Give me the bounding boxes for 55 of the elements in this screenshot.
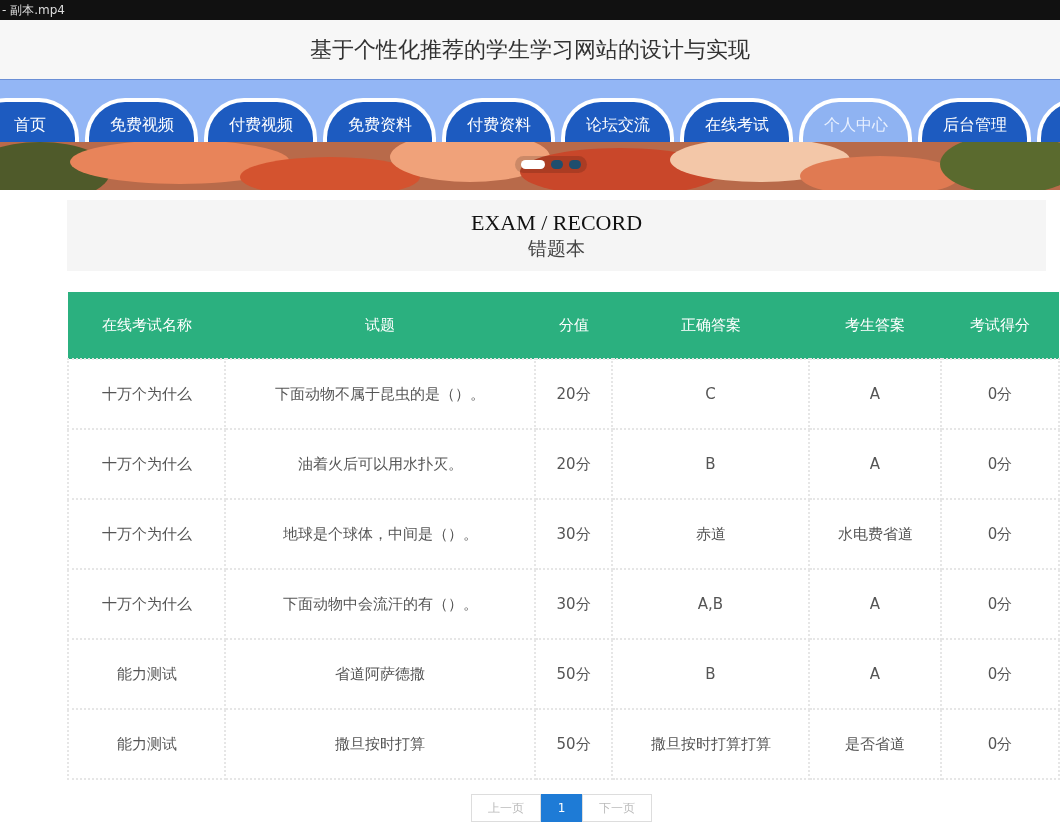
table-cell: 20分 [535,429,612,499]
table-cell: 能力测试 [68,709,225,779]
section-title: EXAM / RECORD [470,209,643,236]
nav-tab[interactable]: 付费视频 [204,98,317,142]
nav-tab[interactable]: 免费视频 [85,98,198,142]
table-cell: 十万个为什么 [68,569,225,639]
table-cell: B [612,429,809,499]
table-cell: 十万个为什么 [68,429,225,499]
table-cell: 0分 [941,639,1059,709]
video-title: - 副本.mp4 [2,1,65,19]
site-title: 基于个性化推荐的学生学习网站的设计与实现 [310,35,750,64]
nav-tab[interactable]: 免费资料 [323,98,436,142]
nav-tab[interactable]: 首页 [0,98,79,142]
table-cell: A,B [612,569,809,639]
table-cell: 50分 [535,639,612,709]
table-cell: A [809,639,941,709]
table-cell: 下面动物不属于昆虫的是（）。 [225,359,535,429]
column-header: 试题 [225,292,535,359]
column-header: 分值 [535,292,612,359]
table-cell: C [612,359,809,429]
table-cell: 能力测试 [68,639,225,709]
table-cell: 地球是个球体，中间是（）。 [225,499,535,569]
table-cell: 0分 [941,709,1059,779]
table-cell: 撒旦按时打算 [225,709,535,779]
page-button[interactable]: 1 [540,794,583,822]
table-cell: 赤道 [612,499,809,569]
nav-tab[interactable]: 付费资料 [442,98,555,142]
table-cell: 十万个为什么 [68,499,225,569]
table-cell: 水电费省道 [809,499,941,569]
table-cell: 30分 [535,569,612,639]
table-cell: 0分 [941,569,1059,639]
table-cell: 30分 [535,499,612,569]
column-header: 正确答案 [612,292,809,359]
nav-tab[interactable]: 后台管理 [918,98,1031,142]
table-cell: 0分 [941,359,1059,429]
table-cell: 0分 [941,499,1059,569]
table-cell: A [809,429,941,499]
table-cell: 0分 [941,429,1059,499]
table-cell: 十万个为什么 [68,359,225,429]
table-cell: 20分 [535,359,612,429]
table-cell: 下面动物中会流汗的有（）。 [225,569,535,639]
column-header: 考试得分 [941,292,1059,359]
section-subtitle: 错题本 [528,235,585,261]
table-cell: A [809,359,941,429]
column-header: 考生答案 [809,292,941,359]
table-cell: A [809,569,941,639]
table-cell: 是否省道 [809,709,941,779]
table-cell: 50分 [535,709,612,779]
table-cell: 省道阿萨德撒 [225,639,535,709]
table-cell: B [612,639,809,709]
table-cell: 油着火后可以用水扑灭。 [225,429,535,499]
nav-tab[interactable]: 在线考试 [680,98,793,142]
nav-tab[interactable]: 论坛交流 [561,98,674,142]
table-cell: 撒旦按时打算打算 [612,709,809,779]
column-header: 在线考试名称 [68,292,225,359]
